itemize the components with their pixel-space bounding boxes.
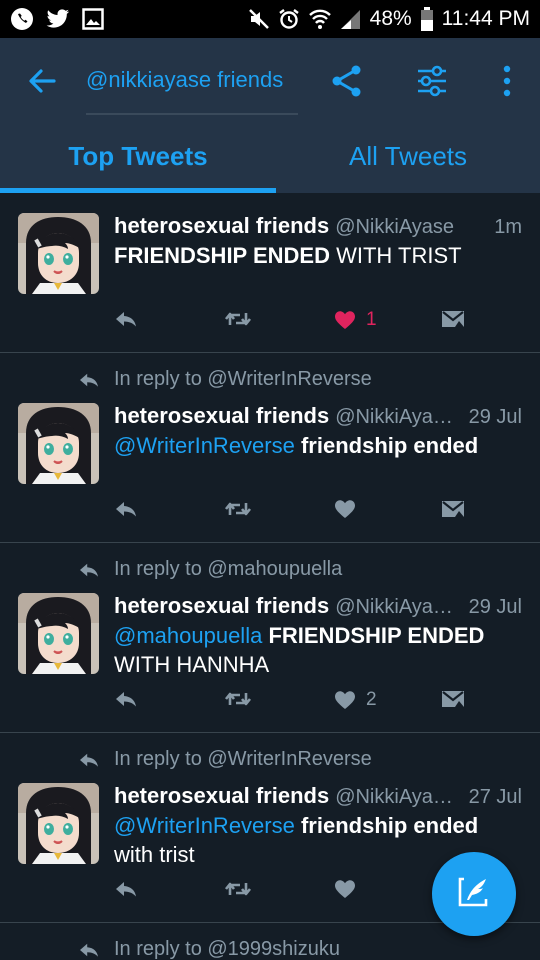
compose-quill-icon: [456, 875, 492, 914]
direct-message-button[interactable]: [441, 309, 465, 329]
tweet-actions: [0, 499, 540, 529]
wifi-icon: [308, 8, 332, 30]
in-reply-to-icon: [78, 941, 100, 959]
reply-button[interactable]: [114, 689, 138, 709]
like-button[interactable]: 1: [334, 309, 377, 331]
compose-tweet-button[interactable]: [432, 852, 516, 936]
in-reply-to-icon: [78, 751, 100, 769]
author-handle[interactable]: @NikkiAyase: [335, 216, 454, 239]
signal-icon: [340, 8, 362, 30]
like-count: 1: [366, 309, 377, 330]
like-count: 2: [366, 689, 377, 710]
phone-icon: [10, 7, 34, 31]
alarm-icon: [278, 8, 300, 30]
avatar[interactable]: [18, 403, 99, 484]
tweet-text-plain: WITH TRIST: [329, 243, 462, 268]
tab-top-tweets[interactable]: Top Tweets: [0, 133, 276, 193]
tweet-header: heterosexual friends @NikkiAyase 1m: [114, 213, 522, 239]
tweet-time: 29 Jul: [468, 596, 522, 618]
tweet-time: 27 Jul: [468, 786, 522, 808]
tweet-text-bold: friendship ended: [294, 433, 479, 458]
search-header: @nikkiayase friends Top Tweets All Tweet…: [0, 38, 540, 193]
author-handle[interactable]: @NikkiAya…: [335, 786, 453, 809]
in-reply-to-icon: [78, 371, 100, 389]
author-handle[interactable]: @NikkiAya…: [335, 406, 453, 429]
in-reply-to-icon: [78, 561, 100, 579]
tweet-header: heterosexual friends @NikkiAya… 29 Jul: [114, 403, 522, 429]
more-options-icon[interactable]: [496, 64, 518, 98]
like-button[interactable]: [334, 879, 356, 899]
tweet-header: heterosexual friends @NikkiAya… 27 Jul: [114, 783, 522, 809]
tweet-time: 29 Jul: [468, 406, 522, 428]
clock: 11:44 PM: [441, 7, 530, 30]
tweet-item[interactable]: heterosexual friends @NikkiAyase 1m FRIE…: [0, 193, 540, 353]
tweet-text: @WriterInReverse friendship ended: [114, 431, 522, 460]
avatar[interactable]: [18, 593, 99, 674]
battery-icon: [420, 7, 434, 31]
tweet-actions: 1: [0, 309, 540, 339]
author-name[interactable]: heterosexual friends: [114, 783, 329, 809]
tweet-header: heterosexual friends @NikkiAya… 29 Jul: [114, 593, 522, 619]
tweet-text: @mahoupuella FRIENDSHIP ENDED WITH HANNHA: [114, 621, 522, 679]
direct-message-button[interactable]: [441, 689, 465, 709]
avatar[interactable]: [18, 783, 99, 864]
retweet-button[interactable]: [224, 689, 252, 709]
tweet-item[interactable]: In reply to @WriterInReverse heterosexua…: [0, 353, 540, 543]
status-bar: 48% 11:44 PM: [0, 0, 540, 38]
twitter-search-screen: 48% 11:44 PM @nikkiayase friends Top Twe…: [0, 0, 540, 960]
tweet-mention[interactable]: @WriterInReverse: [114, 813, 295, 838]
tweet-mention[interactable]: @WriterInReverse: [114, 433, 295, 458]
tweet-list: heterosexual friends @NikkiAyase 1m FRIE…: [0, 193, 540, 960]
author-name[interactable]: heterosexual friends: [114, 213, 329, 239]
tweet-text-bold: FRIENDSHIP ENDED: [114, 243, 330, 268]
author-name[interactable]: heterosexual friends: [114, 403, 329, 429]
reply-button[interactable]: [114, 499, 138, 519]
in-reply-to-label[interactable]: In reply to @WriterInReverse: [114, 748, 372, 771]
avatar[interactable]: [18, 213, 99, 294]
retweet-button[interactable]: [224, 879, 252, 899]
in-reply-to-label[interactable]: In reply to @mahoupuella: [114, 558, 342, 581]
back-arrow-icon[interactable]: [26, 65, 58, 97]
tweet-actions: 2: [0, 689, 540, 719]
like-button[interactable]: [334, 499, 356, 519]
tab-all-tweets[interactable]: All Tweets: [276, 133, 540, 193]
tweet-text-plain: WITH HANNHA: [114, 652, 270, 677]
tweet-mention[interactable]: @mahoupuella: [114, 623, 262, 648]
author-name[interactable]: heterosexual friends: [114, 593, 329, 619]
search-input-underline: [86, 113, 298, 115]
search-input[interactable]: @nikkiayase friends: [86, 60, 298, 102]
author-handle[interactable]: @NikkiAya…: [335, 596, 453, 619]
like-button[interactable]: 2: [334, 689, 377, 711]
filter-settings-icon[interactable]: [416, 64, 448, 98]
mute-icon: [248, 8, 270, 30]
in-reply-to-label[interactable]: In reply to @WriterInReverse: [114, 368, 372, 391]
share-icon[interactable]: [330, 64, 364, 98]
gallery-icon: [82, 8, 104, 30]
direct-message-button[interactable]: [441, 499, 465, 519]
tweet-item[interactable]: In reply to @mahoupuella heterosexual fr…: [0, 543, 540, 733]
reply-button[interactable]: [114, 879, 138, 899]
retweet-button[interactable]: [224, 309, 252, 329]
retweet-button[interactable]: [224, 499, 252, 519]
tweet-text: FRIENDSHIP ENDED WITH TRIST: [114, 241, 522, 270]
battery-percent: 48%: [369, 7, 412, 30]
reply-button[interactable]: [114, 309, 138, 329]
twitter-icon: [46, 9, 70, 29]
in-reply-to-label[interactable]: In reply to @1999shizuku: [114, 938, 340, 960]
tweet-text-bold: friendship ended: [294, 813, 479, 838]
tweet-text-bold: FRIENDSHIP ENDED: [262, 623, 485, 648]
tweet-text-plain: with trist: [114, 842, 195, 867]
tweet-time: 1m: [494, 216, 522, 238]
